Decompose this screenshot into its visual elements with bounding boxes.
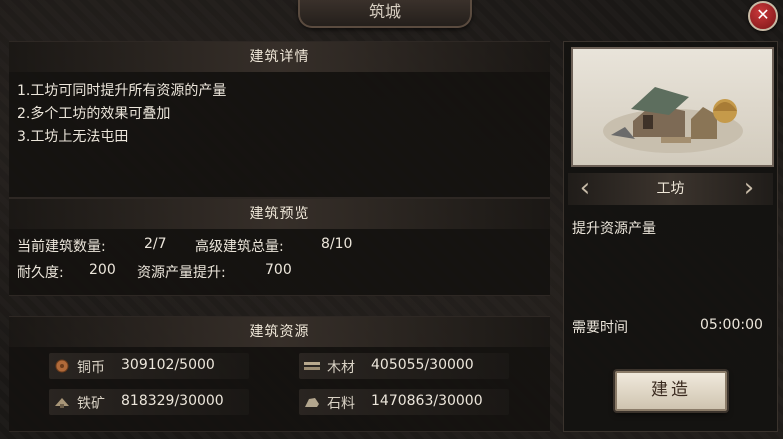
resources-section: 建筑资源 铜币 309102/5000 木材 405055/30000 铁矿 8… <box>9 316 550 432</box>
current-count-value: 2/7 <box>144 236 167 252</box>
chevron-left-icon: ‹ <box>579 173 591 203</box>
building-preview-image <box>571 47 774 167</box>
durability-value: 200 <box>89 262 116 278</box>
resources-header: 建筑资源 <box>9 317 550 347</box>
resource-stone: 石料 1470863/30000 <box>299 389 509 415</box>
time-value: 05:00:00 <box>700 317 763 333</box>
details-line-1: 1.工坊可同时提升所有资源的产量 <box>17 83 227 99</box>
workshop-illustration <box>603 87 743 153</box>
preview-header: 建筑预览 <box>9 199 550 229</box>
wood-icon <box>304 362 320 370</box>
building-description: 提升资源产量 <box>572 221 656 237</box>
chevron-right-icon: › <box>743 173 755 203</box>
close-icon: ✕ <box>756 5 770 24</box>
resource-iron: 铁矿 818329/30000 <box>49 389 249 415</box>
next-building-button[interactable]: › <box>740 173 758 205</box>
resource-value: 309102/5000 <box>121 357 215 373</box>
resource-wood: 木材 405055/30000 <box>299 353 509 379</box>
details-line-3: 3.工坊上无法屯田 <box>17 129 129 145</box>
iron-ore-icon <box>55 398 69 408</box>
resource-value: 818329/30000 <box>121 393 224 409</box>
resource-name: 铜币 <box>77 360 105 376</box>
preview-section: 建筑预览 当前建筑数量: 2/7 高级建筑总量: 8/10 耐久度: 200 资… <box>9 198 550 296</box>
resource-name: 石料 <box>327 396 355 412</box>
resource-name: 铁矿 <box>77 396 105 412</box>
copper-coin-icon <box>55 359 69 373</box>
details-header: 建筑详情 <box>9 42 550 72</box>
boost-label: 资源产量提升: <box>137 265 226 281</box>
prev-building-button[interactable]: ‹ <box>576 173 594 205</box>
building-info-panel: 工坊 ‹ › 提升资源产量 需要时间 05:00:00 建造 <box>563 41 778 432</box>
window-title: 筑城 <box>298 0 472 28</box>
build-button[interactable]: 建造 <box>615 371 727 411</box>
current-count-label: 当前建筑数量: <box>17 239 106 255</box>
resource-value: 405055/30000 <box>371 357 474 373</box>
details-section: 建筑详情 1.工坊可同时提升所有资源的产量 2.多个工坊的效果可叠加 3.工坊上… <box>9 41 550 198</box>
resource-copper: 铜币 309102/5000 <box>49 353 249 379</box>
details-line-2: 2.多个工坊的效果可叠加 <box>17 106 171 122</box>
stone-icon <box>305 398 319 407</box>
close-button[interactable]: ✕ <box>748 1 778 31</box>
durability-label: 耐久度: <box>17 265 64 281</box>
resource-name: 木材 <box>327 360 355 376</box>
resource-value: 1470863/30000 <box>371 393 483 409</box>
advanced-total-value: 8/10 <box>321 236 353 252</box>
time-label: 需要时间 <box>572 320 628 336</box>
boost-value: 700 <box>265 262 292 278</box>
advanced-total-label: 高级建筑总量: <box>195 239 284 255</box>
